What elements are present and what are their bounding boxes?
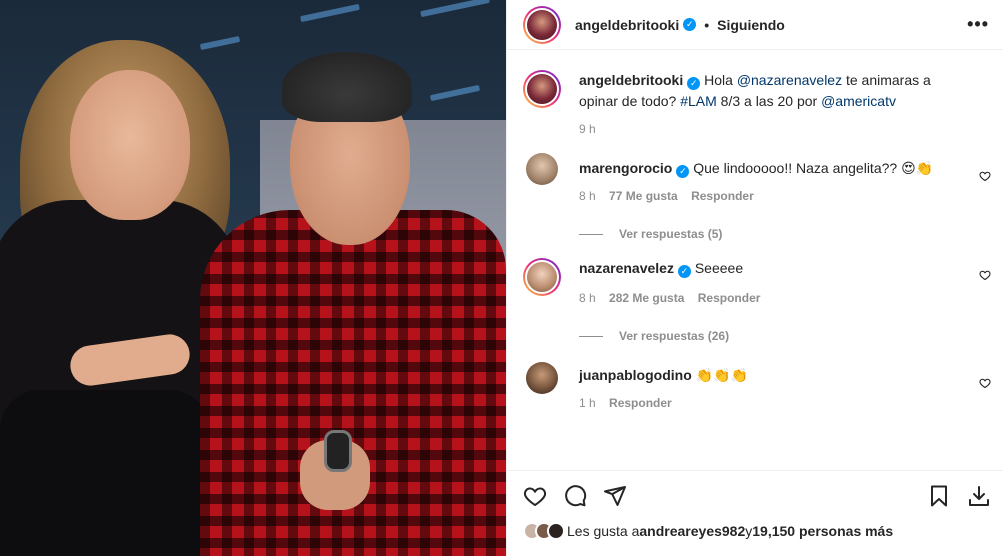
like-heart-icon[interactable] — [979, 269, 991, 281]
verified-badge-icon: ✓ — [676, 165, 690, 178]
mention-link[interactable]: @americatv — [821, 93, 896, 109]
more-options-icon[interactable]: ••• — [967, 14, 989, 35]
stage-light — [429, 84, 481, 102]
woman-legs — [0, 390, 210, 556]
comment-item: nazarenavelez ✓ Seeeee 8 h 282 Me gusta R… — [507, 258, 1003, 305]
save-bookmark-icon[interactable] — [927, 484, 951, 508]
comment-likes[interactable]: 77 Me gusta — [609, 189, 678, 203]
caption: angeldebritooki ✓ Hola @nazarenavelez te … — [507, 70, 1003, 136]
caption-time[interactable]: 9 h — [579, 122, 596, 136]
verified-badge-icon: ✓ — [677, 265, 691, 278]
caption-username[interactable]: angeldebritooki — [579, 72, 683, 88]
action-bar — [507, 470, 1003, 520]
separator-dot: • — [704, 16, 710, 33]
post-photo[interactable] — [0, 0, 506, 556]
comments-list: angeldebritooki ✓ Hola @nazarenavelez te … — [507, 70, 1003, 410]
post-sidebar: angeldebritooki ✓ • Siguiendo ••• angeld… — [506, 0, 1003, 556]
view-replies[interactable]: Ver respuestas (5) — [579, 227, 1003, 241]
man-hair — [282, 52, 412, 122]
commenter-avatar[interactable] — [526, 153, 558, 185]
comment-text: juanpablogodino 👏👏👏 — [579, 365, 778, 386]
comment-item: marengorocio ✓ Que lindooooo!! Naza angel… — [507, 150, 1003, 203]
caption-meta: 9 h — [579, 122, 987, 136]
commenter-username[interactable]: marengorocio — [579, 160, 672, 176]
stage-light — [199, 35, 241, 51]
liker-username[interactable]: andreareyes982 — [639, 523, 745, 539]
commenter-username[interactable]: juanpablogodino — [579, 367, 692, 383]
comment-body: 👏👏👏 — [695, 367, 748, 383]
replies-line — [579, 335, 603, 337]
likes-prefix: Les gusta a — [567, 523, 640, 539]
view-replies[interactable]: Ver respuestas (26) — [579, 329, 1003, 343]
like-heart-icon[interactable] — [979, 170, 991, 182]
view-replies-label[interactable]: Ver respuestas (5) — [619, 227, 722, 241]
comment-time[interactable]: 1 h — [579, 396, 596, 410]
mention-link[interactable]: @nazarenavelez — [737, 72, 842, 88]
post-header: angeldebritooki ✓ • Siguiendo ••• — [507, 0, 1003, 50]
caption-text: angeldebritooki ✓ Hola @nazarenavelez te … — [579, 70, 987, 112]
download-icon[interactable] — [967, 484, 991, 508]
like-icon[interactable] — [523, 484, 547, 508]
author-username[interactable]: angeldebritooki — [575, 17, 679, 33]
share-icon[interactable] — [603, 484, 627, 508]
verified-badge-icon: ✓ — [683, 18, 697, 31]
comment-meta: 8 h 282 Me gusta Responder — [579, 291, 773, 305]
comment-time[interactable]: 8 h — [579, 189, 596, 203]
replies-line — [579, 233, 603, 235]
comment-text: nazarenavelez ✓ Seeeee — [579, 258, 773, 279]
reply-button[interactable]: Responder — [691, 189, 754, 203]
hashtag-link[interactable]: #LAM — [680, 93, 717, 109]
reply-button[interactable]: Responder — [609, 396, 672, 410]
likes-middle: y — [745, 523, 753, 539]
like-heart-icon[interactable] — [979, 377, 991, 389]
caption-author-avatar[interactable] — [523, 70, 561, 108]
comment-text: marengorocio ✓ Que lindooooo!! Naza angel… — [579, 158, 963, 179]
stage-light — [420, 0, 490, 18]
stage-light — [300, 3, 360, 23]
following-button[interactable]: Siguiendo — [717, 17, 785, 33]
caption-part: Hola — [704, 72, 737, 88]
comment-meta: 1 h Responder — [579, 396, 778, 410]
reply-button[interactable]: Responder — [698, 291, 761, 305]
likes-others-link[interactable]: 19,150 personas más — [752, 523, 893, 539]
comment-body: Que lindooooo!! Naza angelita?? 😍👏 — [693, 160, 934, 176]
commenter-username[interactable]: nazarenavelez — [579, 260, 674, 276]
comment-meta: 8 h 77 Me gusta Responder — [579, 189, 963, 203]
woman-face — [70, 70, 190, 220]
comment-likes[interactable]: 282 Me gusta — [609, 291, 684, 305]
likers-avatars[interactable] — [523, 522, 565, 540]
author-avatar[interactable] — [523, 5, 561, 44]
wristwatch — [324, 430, 352, 472]
caption-part: 8/3 a las 20 por — [716, 93, 822, 109]
commenter-avatar[interactable] — [526, 362, 558, 394]
commenter-avatar[interactable] — [523, 258, 561, 296]
verified-badge-icon: ✓ — [687, 77, 701, 90]
comment-item: juanpablogodino 👏👏👏 1 h Responder — [507, 359, 1003, 410]
comment-time[interactable]: 8 h — [579, 291, 596, 305]
view-replies-label[interactable]: Ver respuestas (26) — [619, 329, 729, 343]
comment-icon[interactable] — [563, 484, 587, 508]
comment-body: Seeeee — [694, 260, 744, 276]
likes-summary: Les gusta a andreareyes982 y 19,150 pers… — [523, 522, 893, 540]
